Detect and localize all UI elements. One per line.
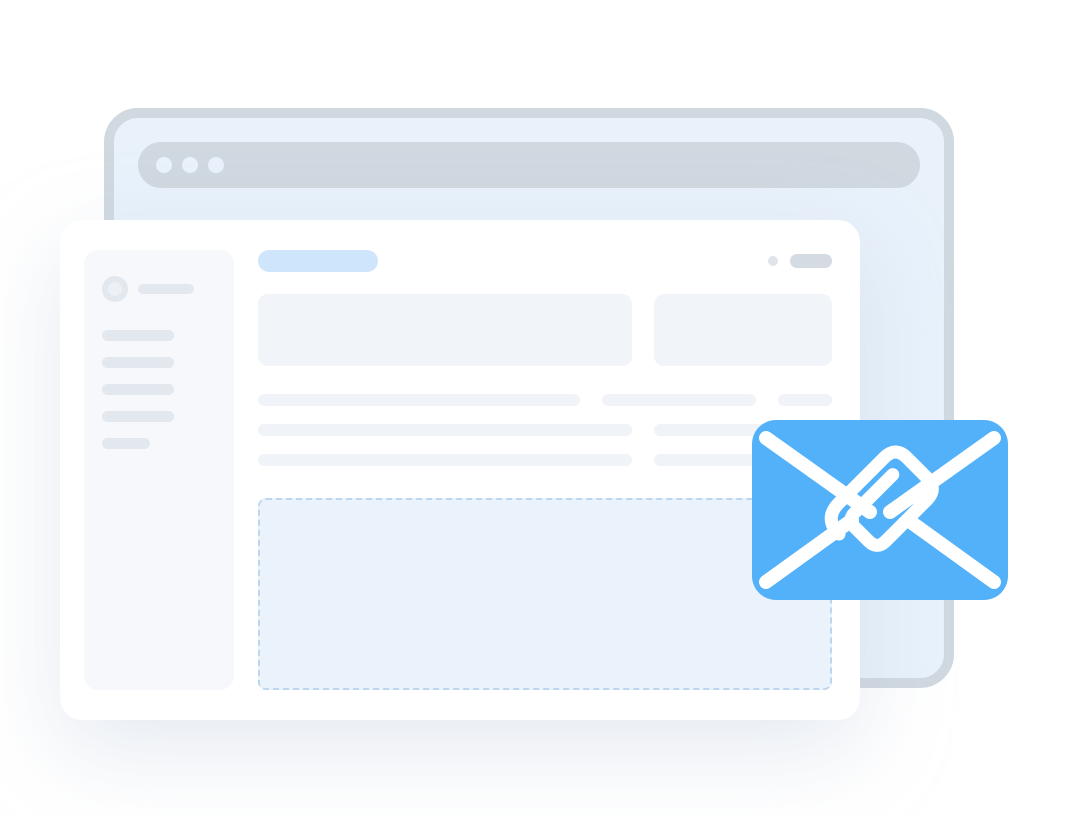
sidebar-item[interactable] (102, 411, 174, 422)
header-controls (768, 254, 832, 268)
list-row (258, 394, 832, 406)
sidebar-item[interactable] (102, 384, 174, 395)
list-cell (602, 394, 756, 406)
status-dot-icon (768, 256, 778, 266)
sidebar-item[interactable] (102, 357, 174, 368)
attachment-dropzone[interactable] (258, 498, 832, 690)
email-attachment-icon (752, 420, 1008, 600)
list-cell (258, 394, 580, 406)
profile-name-placeholder (138, 284, 194, 294)
list-row (258, 424, 832, 436)
traffic-light-icon (182, 157, 198, 173)
side-panel (654, 294, 832, 366)
main-content (258, 250, 832, 690)
browser-toolbar (138, 142, 920, 188)
sidebar (84, 250, 234, 690)
list-row (258, 454, 832, 466)
header-action[interactable] (790, 254, 832, 268)
list-cell (258, 424, 632, 436)
sidebar-item[interactable] (102, 438, 150, 449)
list-cell (258, 454, 632, 466)
active-tab[interactable] (258, 250, 378, 272)
app-card (60, 220, 860, 720)
traffic-light-icon (208, 157, 224, 173)
list-cell (778, 394, 832, 406)
profile-row (102, 276, 216, 302)
summary-panel (258, 294, 632, 366)
avatar-icon (102, 276, 128, 302)
sidebar-item[interactable] (102, 330, 174, 341)
traffic-light-icon (156, 157, 172, 173)
